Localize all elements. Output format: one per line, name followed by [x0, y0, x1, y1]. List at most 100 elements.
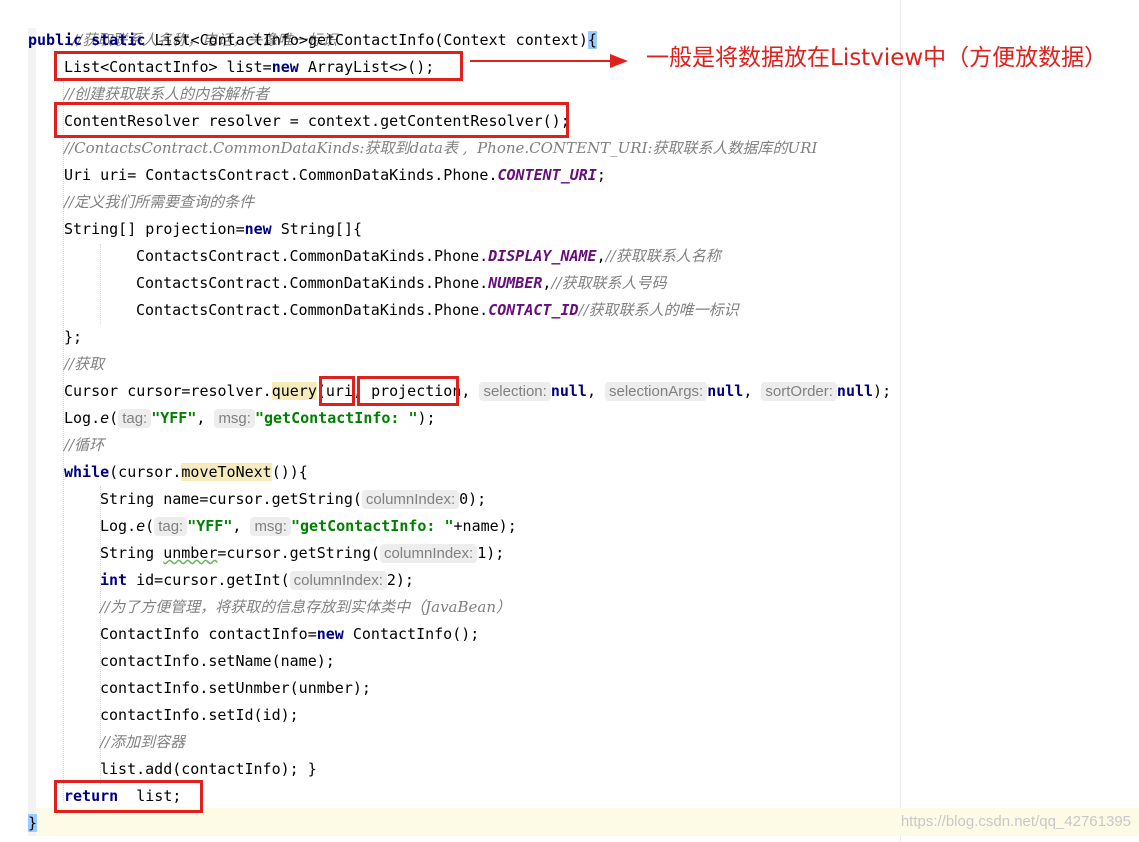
code-line-16: Log.e(tag: "YFF", msg: "getContactInfo: ")…: [64, 405, 436, 432]
code-text: Log.: [100, 517, 137, 535]
code-line-11: ContactsContract.CommonDataKinds.Phone.N…: [136, 270, 667, 297]
code-text: ContactInfo contactInfo=: [100, 625, 317, 643]
code-text: Log.: [64, 409, 101, 427]
code-text: 1: [477, 544, 487, 562]
code-text: ,: [743, 382, 762, 400]
code-text: ()){: [271, 463, 308, 481]
code-text: contactInfo.setUnmber(unmber);: [100, 679, 371, 697]
code-text: ,: [596, 247, 606, 265]
code-text: (cursor.: [109, 463, 182, 481]
static-field: NUMBER: [488, 274, 543, 292]
code-line-21: String unmber=cursor.getString(columnInd…: [100, 540, 504, 567]
code-line-8: //定义我们所需要查询的条件: [64, 189, 254, 216]
code-text: contactInfo.setId(id);: [100, 706, 299, 724]
code-line-12: ContactsContract.CommonDataKinds.Phone.C…: [136, 297, 739, 324]
comment: //获取联系人的唯一标识: [578, 301, 739, 319]
parameter-hint: columnIndex:: [379, 544, 478, 563]
code-line-15: Cursor cursor=resolver.query(uri, projec…: [64, 378, 891, 405]
method-call-highlight: query: [271, 382, 317, 400]
parameter-hint: msg:: [214, 409, 255, 428]
comment: //定义我们所需要查询的条件: [64, 193, 255, 211]
code-text: );: [873, 382, 892, 400]
code-line-24: ContactInfo contactInfo=new ContactInfo(…: [100, 621, 479, 648]
comment: //获取: [64, 355, 105, 373]
code-text: list.add(contactInfo); }: [100, 760, 317, 778]
code-text: ContactsContract.CommonDataKinds.Phone.: [136, 247, 489, 265]
code-line-28: //添加到容器: [100, 729, 185, 756]
code-text: Cursor cursor=resolver.: [64, 382, 272, 400]
parameter-hint: tag:: [154, 517, 188, 536]
comment: //添加到容器: [100, 733, 186, 751]
brace-match: }: [28, 814, 38, 832]
code-text: ContactInfo();: [343, 625, 480, 643]
code-editor[interactable]: //获取联系人名称，电话，头像唯一标识 public static List<C…: [0, 0, 1139, 842]
code-text: ,: [232, 517, 251, 535]
code-text: Uri uri= ContactsContract.CommonDataKind…: [64, 166, 498, 184]
keyword: null: [836, 382, 874, 400]
code-line-2: public static List<ContactInfo>getContac…: [28, 27, 597, 54]
code-text: ,: [461, 382, 480, 400]
comment: //获取联系人号码: [551, 274, 667, 292]
code-line-22: int id=cursor.getInt(columnIndex: 2);: [100, 567, 414, 594]
code-line-20: Log.e(tag: "YFF", msg: "getContactInfo: "+…: [100, 513, 517, 540]
code-line-23: //为了方便管理，将获取的信息存放到实体类中（JavaBean）: [100, 594, 511, 621]
spelling-warning: unmber: [163, 544, 218, 562]
code-text: =cursor.getString(: [217, 544, 380, 562]
code-text: id=cursor.getInt(: [127, 571, 290, 589]
highlight-box-projection: [357, 376, 459, 406]
code-line-25: contactInfo.setName(name);: [100, 648, 335, 675]
code-line-29: list.add(contactInfo); }: [100, 756, 317, 783]
code-line-13: };: [64, 324, 82, 351]
comment: //创建获取联系人的内容解析者: [64, 85, 270, 103]
code-line-18: while(cursor.moveToNext()){: [64, 459, 308, 486]
parameter-hint: columnIndex:: [361, 490, 460, 509]
code-text: };: [64, 328, 83, 346]
parameter-hint: selection:: [479, 382, 551, 401]
editor-gutter: [28, 28, 36, 836]
string-literal: "YFF": [187, 517, 233, 535]
comment: //为了方便管理，将获取的信息存放到实体类中（JavaBean）: [100, 598, 511, 616]
keyword: null: [707, 382, 744, 400]
code-text: String[]{: [271, 220, 363, 238]
string-literal: "getContactInfo: ": [254, 409, 418, 427]
code-text: String: [100, 544, 164, 562]
static-field: CONTENT_URI: [497, 166, 597, 184]
code-line-9: String[] projection=new String[]{: [64, 216, 362, 243]
code-text: ContactsContract.CommonDataKinds.Phone.: [136, 274, 489, 292]
code-line-17: //循环: [64, 432, 104, 459]
parameter-hint: msg:: [250, 517, 291, 536]
code-text: (: [145, 517, 155, 535]
code-line-6: //ContactsContract.CommonDataKinds:获取到da…: [64, 135, 817, 162]
code-text: (: [109, 409, 119, 427]
code-text: ContactsContract.CommonDataKinds.Phone.: [136, 301, 489, 319]
code-text: +name);: [453, 517, 517, 535]
code-text: 2: [386, 571, 396, 589]
method-name: e: [136, 517, 146, 535]
highlight-box-return: [54, 780, 203, 813]
highlight-box-uri: [319, 376, 355, 406]
comment: //ContactsContract.CommonDataKinds:获取到da…: [64, 139, 818, 157]
method-name: e: [100, 409, 110, 427]
highlight-box-list-declaration: [54, 51, 463, 81]
parameter-hint: selectionArgs:: [605, 382, 708, 401]
brace-match: {: [587, 31, 597, 49]
static-field: DISPLAY_NAME: [488, 247, 597, 265]
keyword: null: [550, 382, 587, 400]
keyword: new: [244, 220, 272, 238]
code-line-26: contactInfo.setUnmber(unmber);: [100, 675, 371, 702]
code-text: String name=cursor.getString(: [100, 490, 362, 508]
comment: //循环: [64, 436, 105, 454]
annotation-note: 一般是将数据放在Listview中（方便放数据）: [646, 45, 1108, 71]
keyword: int: [100, 571, 128, 589]
code-text: ,: [196, 409, 215, 427]
code-text: );: [417, 409, 436, 427]
code-text: 0: [459, 490, 469, 508]
method-signature: List<ContactInfo>getContactInfo(Context …: [154, 31, 588, 49]
watermark-text: https://blog.csdn.net/qq_42761395: [900, 813, 1131, 830]
code-text: ,: [586, 382, 605, 400]
code-line-19: String name=cursor.getString(columnIndex…: [100, 486, 486, 513]
comment: //获取联系人名称: [605, 247, 721, 265]
code-text: String[] projection=: [64, 220, 245, 238]
code-line-31: }: [28, 810, 38, 837]
code-line-1: //获取联系人名称，电话，头像唯一标识: [36, 0, 337, 49]
